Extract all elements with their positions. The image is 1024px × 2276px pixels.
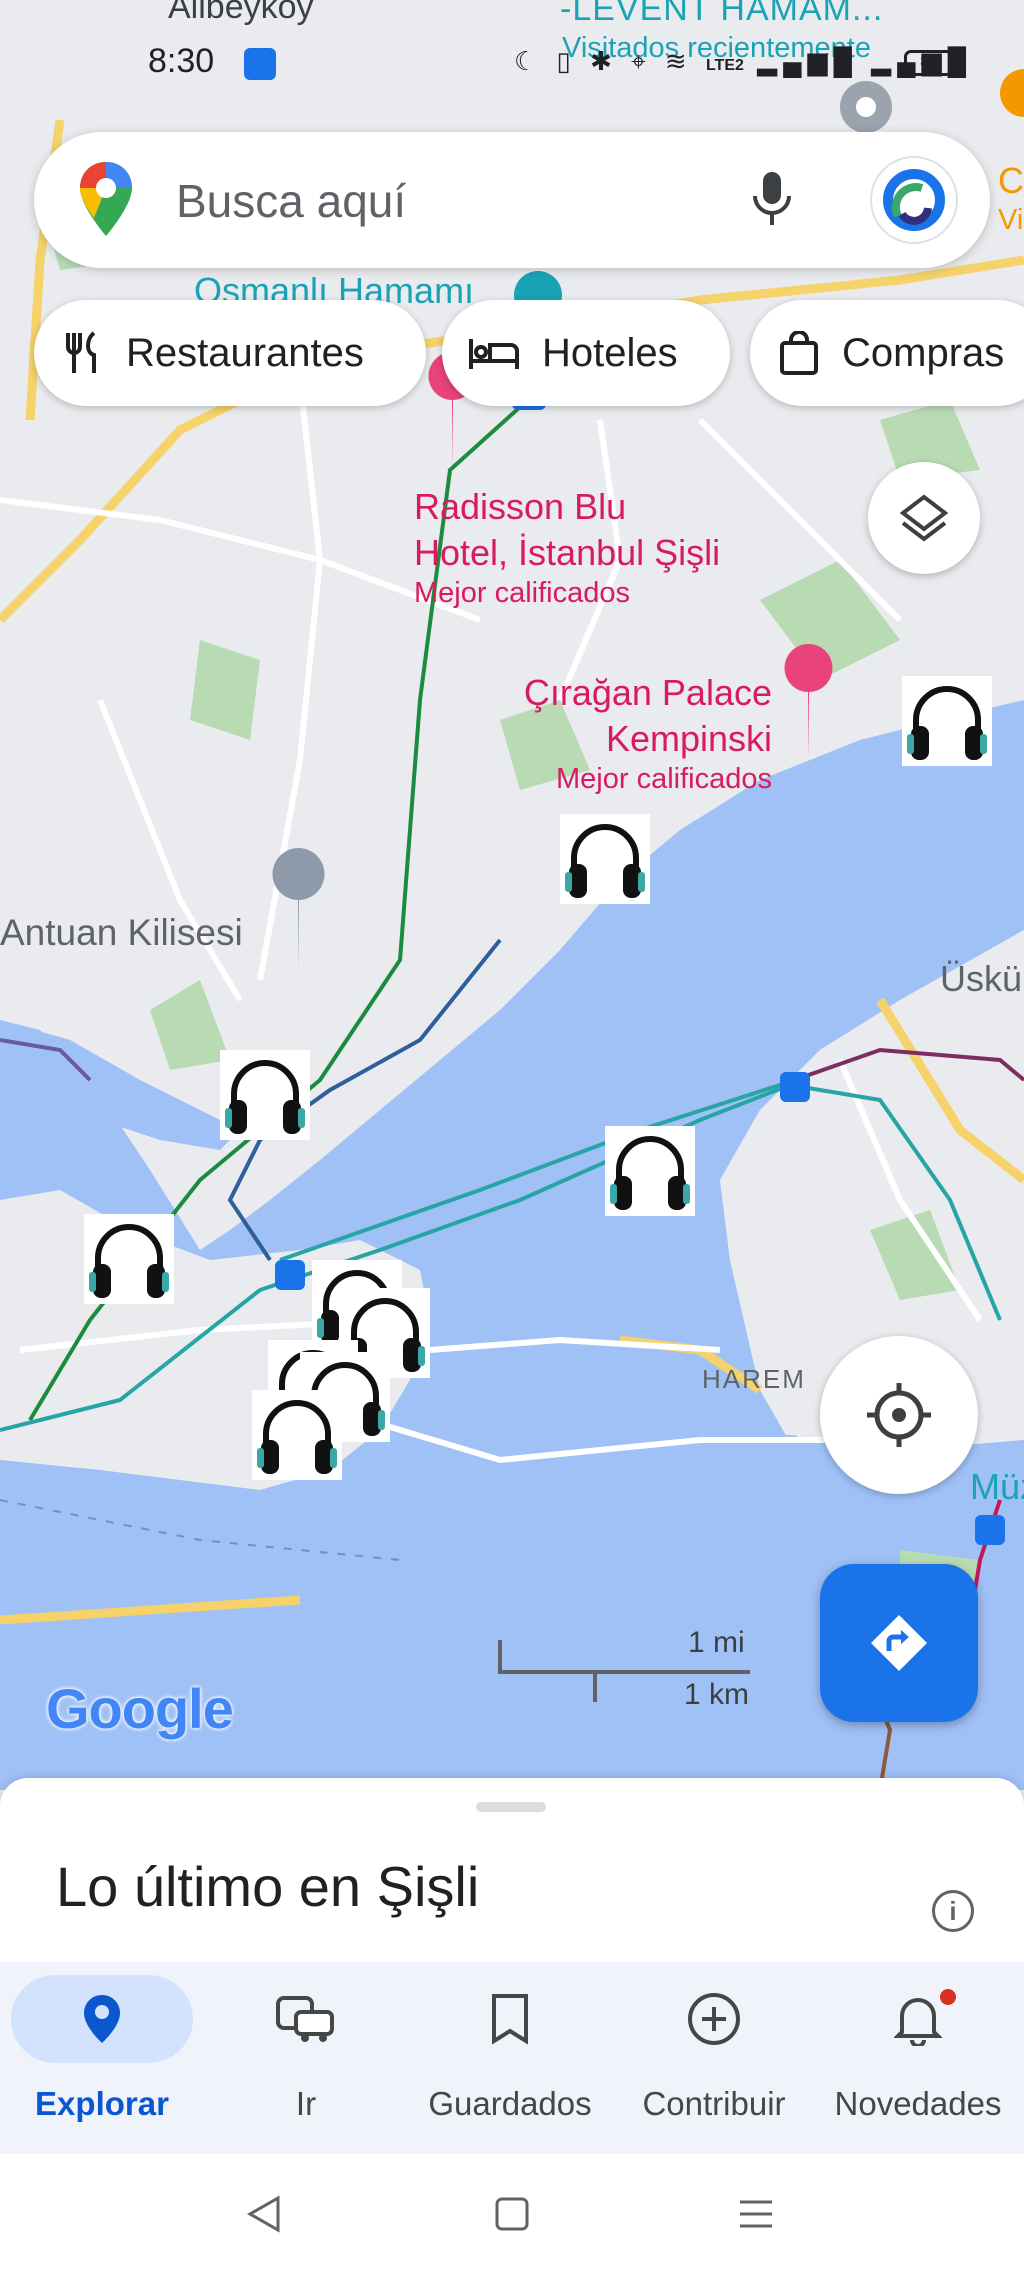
map-label-alibeykoy: Alibeyköy xyxy=(168,0,314,26)
poi-name-line1: Radisson Blu xyxy=(414,486,627,527)
search-bar[interactable]: Busca aquí xyxy=(34,132,990,268)
bell-icon xyxy=(894,1998,942,2046)
search-placeholder[interactable]: Busca aquí xyxy=(176,174,406,228)
bottom-sheet[interactable]: Lo último en Şişli i xyxy=(0,1778,1024,1968)
explore-pin-icon xyxy=(84,1995,120,2043)
poi-rating-tag: Mejor calificados xyxy=(556,763,772,795)
chip-shopping[interactable]: Compras xyxy=(750,300,1024,406)
chip-hotels[interactable]: Hoteles xyxy=(442,300,730,406)
poi-rating-tag: Mejor calificados xyxy=(414,577,630,609)
fork-knife-icon xyxy=(66,331,96,373)
audio-guide-marker[interactable] xyxy=(220,1050,310,1140)
nav-label: Guardados xyxy=(428,2085,592,2122)
layers-button[interactable] xyxy=(868,462,980,574)
chip-label: Restaurantes xyxy=(126,330,364,375)
sheet-drag-handle[interactable] xyxy=(476,1802,546,1812)
audio-guide-marker[interactable] xyxy=(84,1214,174,1304)
poi-name-line2: Hotel, İstanbul Şişli xyxy=(414,532,721,573)
audio-guide-marker[interactable] xyxy=(252,1390,342,1480)
map-label-harem: HAREM xyxy=(702,1364,806,1394)
battery-level: 81 xyxy=(920,54,938,71)
chip-label: Hoteles xyxy=(542,330,678,375)
nav-updates[interactable]: Novedades xyxy=(816,1975,1020,2123)
mic-icon[interactable] xyxy=(750,170,794,230)
status-time: 8:30 xyxy=(148,42,215,80)
shopping-bag-icon xyxy=(780,331,818,375)
audio-guide-marker[interactable] xyxy=(560,814,650,904)
poi-name-line2: Kempinski xyxy=(605,718,772,759)
nav-label: Ir xyxy=(295,2085,317,2122)
poi-name-line1: Çırağan Palace xyxy=(523,672,772,713)
map-label-levent-hamam[interactable]: -LEVENT HAMAM... xyxy=(560,0,883,29)
poi-radisson-blu[interactable]: Radisson Blu Hotel, İstanbul Şişli Mejor… xyxy=(414,484,720,610)
map-label-antuan-kilisesi[interactable]: Antuan Kilisesi xyxy=(0,912,243,954)
directions-icon xyxy=(871,1615,927,1671)
network-label: LTE2 xyxy=(705,57,744,74)
nav-explore[interactable]: Explorar xyxy=(0,1975,204,2123)
chip-restaurants[interactable]: Restaurantes xyxy=(34,300,426,406)
nav-active-indicator xyxy=(11,1975,193,2063)
map-label-top-right-c: C xyxy=(998,160,1024,201)
scale-km-label: 1 km xyxy=(684,1678,750,1711)
account-avatar[interactable] xyxy=(870,156,958,244)
directions-button[interactable] xyxy=(820,1564,978,1722)
add-circle-icon xyxy=(688,1993,740,2045)
map-label-muze: Müze xyxy=(970,1466,1024,1507)
battery-icon: 81 xyxy=(904,50,954,76)
scale-miles-label: 1 mi xyxy=(688,1626,745,1659)
info-icon[interactable]: i xyxy=(932,1890,974,1932)
nav-label: Novedades xyxy=(834,2085,1002,2122)
nav-label: Explorar xyxy=(35,2085,169,2122)
nav-label: Contribuir xyxy=(642,2085,786,2122)
bed-icon xyxy=(469,339,519,369)
notification-app-icon xyxy=(244,48,276,80)
home-icon[interactable] xyxy=(494,2196,530,2232)
audio-guide-marker[interactable] xyxy=(902,676,992,766)
recents-menu-icon[interactable] xyxy=(738,2196,774,2232)
nav-saved[interactable]: Guardados xyxy=(408,1975,612,2123)
nav-go[interactable]: Ir xyxy=(204,1975,408,2123)
map-canvas[interactable] xyxy=(0,0,1024,1790)
sheet-title: Lo último en Şişli xyxy=(56,1855,480,1918)
back-icon[interactable] xyxy=(246,2194,282,2234)
chip-label: Compras xyxy=(842,330,1005,375)
google-maps-logo-icon xyxy=(80,162,132,236)
map-label-top-right-vi: Vi xyxy=(998,204,1024,236)
layers-icon xyxy=(899,494,949,542)
nav-contribute[interactable]: Contribuir xyxy=(612,1975,816,2123)
poi-ciragan-palace[interactable]: Çırağan Palace Kempinski Mejor calificad… xyxy=(506,670,772,796)
google-logo: Google xyxy=(46,1677,234,1740)
map-label-uskudar: Üskü xyxy=(940,958,1023,999)
bookmark-icon xyxy=(492,1994,528,2045)
audio-guide-marker[interactable] xyxy=(605,1126,695,1216)
notification-badge xyxy=(940,1989,956,2005)
status-bar: 8:30 ☾ ▯ ✱ ⌖ ≋ LTE2 ▂▄▆█ ▂▄▆█ 81 xyxy=(0,38,1024,94)
my-location-button[interactable] xyxy=(820,1336,978,1494)
crosshair-icon xyxy=(867,1383,931,1447)
commute-icon xyxy=(276,1996,334,2042)
